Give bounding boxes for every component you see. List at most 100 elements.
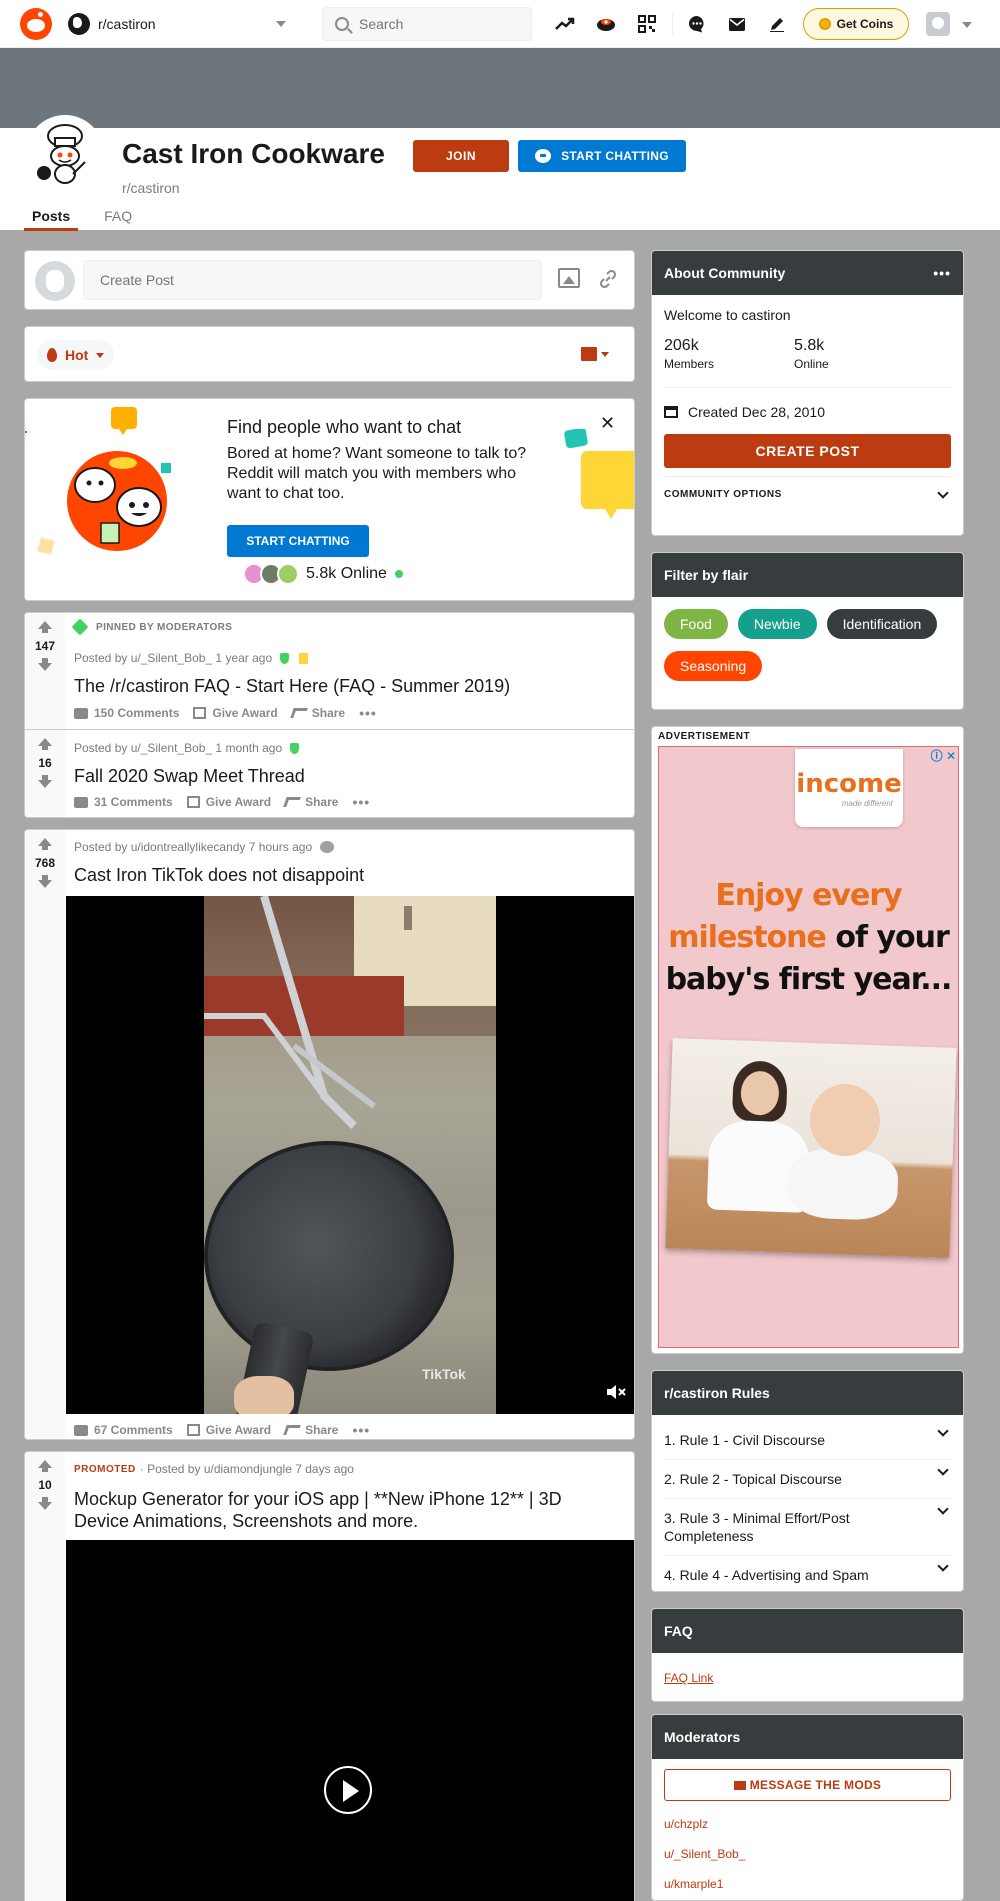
created-date-text: Created Dec 28, 2010 [688, 404, 825, 420]
faq-card: FAQ FAQ Link [651, 1608, 964, 1702]
downvote-icon[interactable] [38, 658, 52, 671]
create-post-button[interactable]: CREATE POST [664, 434, 951, 468]
ad-headline-highlight: milestone [668, 920, 827, 955]
gift-icon [193, 707, 207, 719]
popular-icon[interactable] [594, 12, 618, 36]
downvote-icon[interactable] [38, 875, 52, 888]
post-actions: 31 Comments Give Award Share ••• [74, 794, 384, 810]
rule-item[interactable]: 2. Rule 2 - Topical Discourse [664, 1460, 951, 1499]
create-post-pencil-icon[interactable] [765, 12, 789, 36]
trending-icon[interactable] [553, 12, 577, 36]
post-title[interactable]: Cast Iron TikTok does not disappoint [74, 864, 364, 886]
more-options-icon[interactable]: ••• [359, 705, 377, 721]
flair-header: Filter by flair [652, 553, 963, 597]
post-title[interactable]: The /r/castiron FAQ - Start Here (FAQ - … [74, 675, 510, 697]
image-upload-icon[interactable] [558, 268, 580, 288]
vote-column: 10 [25, 1452, 65, 1901]
start-chatting-button[interactable]: START CHATTING [227, 525, 369, 557]
comments-button[interactable]: 150 Comments [74, 706, 179, 720]
post-title[interactable]: Fall 2020 Swap Meet Thread [74, 765, 305, 787]
post-actions: 67 Comments Give Award Share ••• [74, 1422, 384, 1438]
user-avatar[interactable] [926, 12, 950, 36]
give-award-label: Give Award [212, 706, 278, 720]
flair-seasoning[interactable]: Seasoning [664, 651, 763, 681]
chat-promo-card: Find people who want to chat Bored at ho… [24, 398, 635, 601]
moderator-link[interactable]: u/kmarple1 [664, 1877, 951, 1891]
online-label: Online [794, 357, 829, 371]
start-chatting-header-button[interactable]: START CHATTING [518, 140, 686, 172]
qr-code-icon[interactable] [635, 12, 659, 36]
user-avatar-icon[interactable] [35, 261, 75, 301]
create-post-input[interactable] [83, 260, 542, 300]
ad-close-icon[interactable]: ⓘ ✕ [931, 747, 956, 764]
post-author-line[interactable]: · Posted by u/diamondjungle 7 days ago [140, 1462, 354, 1476]
gift-icon [186, 796, 200, 808]
ad-brand-name: income [796, 768, 902, 799]
upvote-icon[interactable] [38, 1460, 52, 1472]
moderator-link[interactable]: u/chzplz [664, 1817, 951, 1831]
upvote-icon[interactable] [38, 621, 52, 633]
give-award-button[interactable]: Give Award [186, 1423, 271, 1437]
view-mode-toggle[interactable] [581, 347, 609, 361]
link-icon[interactable] [597, 268, 619, 290]
downvote-icon[interactable] [38, 775, 52, 788]
about-header: About Community ••• [652, 251, 963, 295]
upvote-icon[interactable] [38, 738, 52, 750]
comments-button[interactable]: 31 Comments [74, 795, 173, 809]
flair-newbie[interactable]: Newbie [737, 609, 817, 639]
share-button[interactable]: Share [289, 706, 345, 720]
rule-item[interactable]: 3. Rule 3 - Minimal Effort/Post Complete… [664, 1499, 951, 1556]
give-award-button[interactable]: Give Award [193, 706, 278, 720]
search-icon [335, 17, 349, 31]
chat-icon[interactable] [685, 12, 709, 36]
message-the-mods-button[interactable]: MESSAGE THE MODS [664, 1769, 951, 1801]
mail-icon[interactable] [725, 12, 749, 36]
mute-icon[interactable] [606, 1384, 628, 1402]
user-menu-chevron-icon[interactable] [962, 22, 972, 28]
reddit-logo-icon[interactable] [20, 8, 52, 40]
community-options-toggle[interactable]: COMMUNITY OPTIONS [664, 476, 951, 500]
more-options-icon[interactable]: ••• [933, 265, 951, 281]
online-status-dot [394, 570, 403, 578]
tab-faq[interactable]: FAQ [96, 208, 140, 231]
play-icon[interactable] [324, 1766, 372, 1814]
post-title[interactable]: Mockup Generator for your iOS app | **Ne… [74, 1488, 614, 1532]
post-author-line[interactable]: Posted by u/idontreallylikecandy 7 hours… [74, 840, 312, 854]
gift-icon [186, 1424, 200, 1436]
faq-link[interactable]: FAQ Link [652, 1653, 963, 1701]
tab-posts[interactable]: Posts [24, 208, 79, 231]
upvote-icon[interactable] [38, 838, 52, 850]
get-coins-button[interactable]: Get Coins [803, 8, 909, 40]
moderators-heading: Moderators [664, 1729, 741, 1745]
downvote-icon[interactable] [38, 1497, 52, 1510]
video-player[interactable]: TikTok [66, 896, 634, 1414]
search-box[interactable] [322, 7, 532, 41]
more-options-icon[interactable]: ••• [352, 794, 370, 810]
join-button[interactable]: JOIN [413, 140, 509, 172]
community-tabs: Posts FAQ [24, 208, 158, 231]
close-icon[interactable]: ✕ [600, 413, 615, 434]
share-icon [289, 708, 308, 718]
give-award-button[interactable]: Give Award [186, 795, 272, 809]
share-button[interactable]: Share [283, 1423, 338, 1437]
community-switcher[interactable]: r/castiron [68, 9, 292, 39]
flair-food[interactable]: Food [664, 609, 728, 639]
more-options-icon[interactable]: ••• [352, 1422, 370, 1438]
flair-heading: Filter by flair [664, 567, 749, 583]
advertisement-banner[interactable]: ⓘ ✕ income made different Enjoy every mi… [658, 746, 959, 1348]
give-award-label: Give Award [205, 795, 272, 809]
sort-hot-button[interactable]: Hot [37, 340, 115, 370]
comments-button[interactable]: 67 Comments [74, 1423, 173, 1437]
rule-item[interactable]: 1. Rule 1 - Civil Discourse [664, 1421, 951, 1460]
post-author-line[interactable]: Posted by u/_Silent_Bob_ 1 month ago [74, 741, 282, 755]
rules-heading: r/castiron Rules [664, 1385, 770, 1401]
rule-item[interactable]: 4. Rule 4 - Advertising and Spam [664, 1556, 951, 1591]
search-input[interactable] [359, 16, 509, 32]
faq-header: FAQ [652, 1609, 963, 1653]
flair-identification[interactable]: Identification [826, 609, 938, 639]
chevron-down-icon [937, 1503, 949, 1515]
post-author-line[interactable]: Posted by u/_Silent_Bob_ 1 year ago [74, 651, 272, 665]
share-button[interactable]: Share [283, 795, 338, 809]
moderator-link[interactable]: u/_Silent_Bob_ [664, 1847, 951, 1861]
video-player[interactable] [66, 1540, 634, 1901]
